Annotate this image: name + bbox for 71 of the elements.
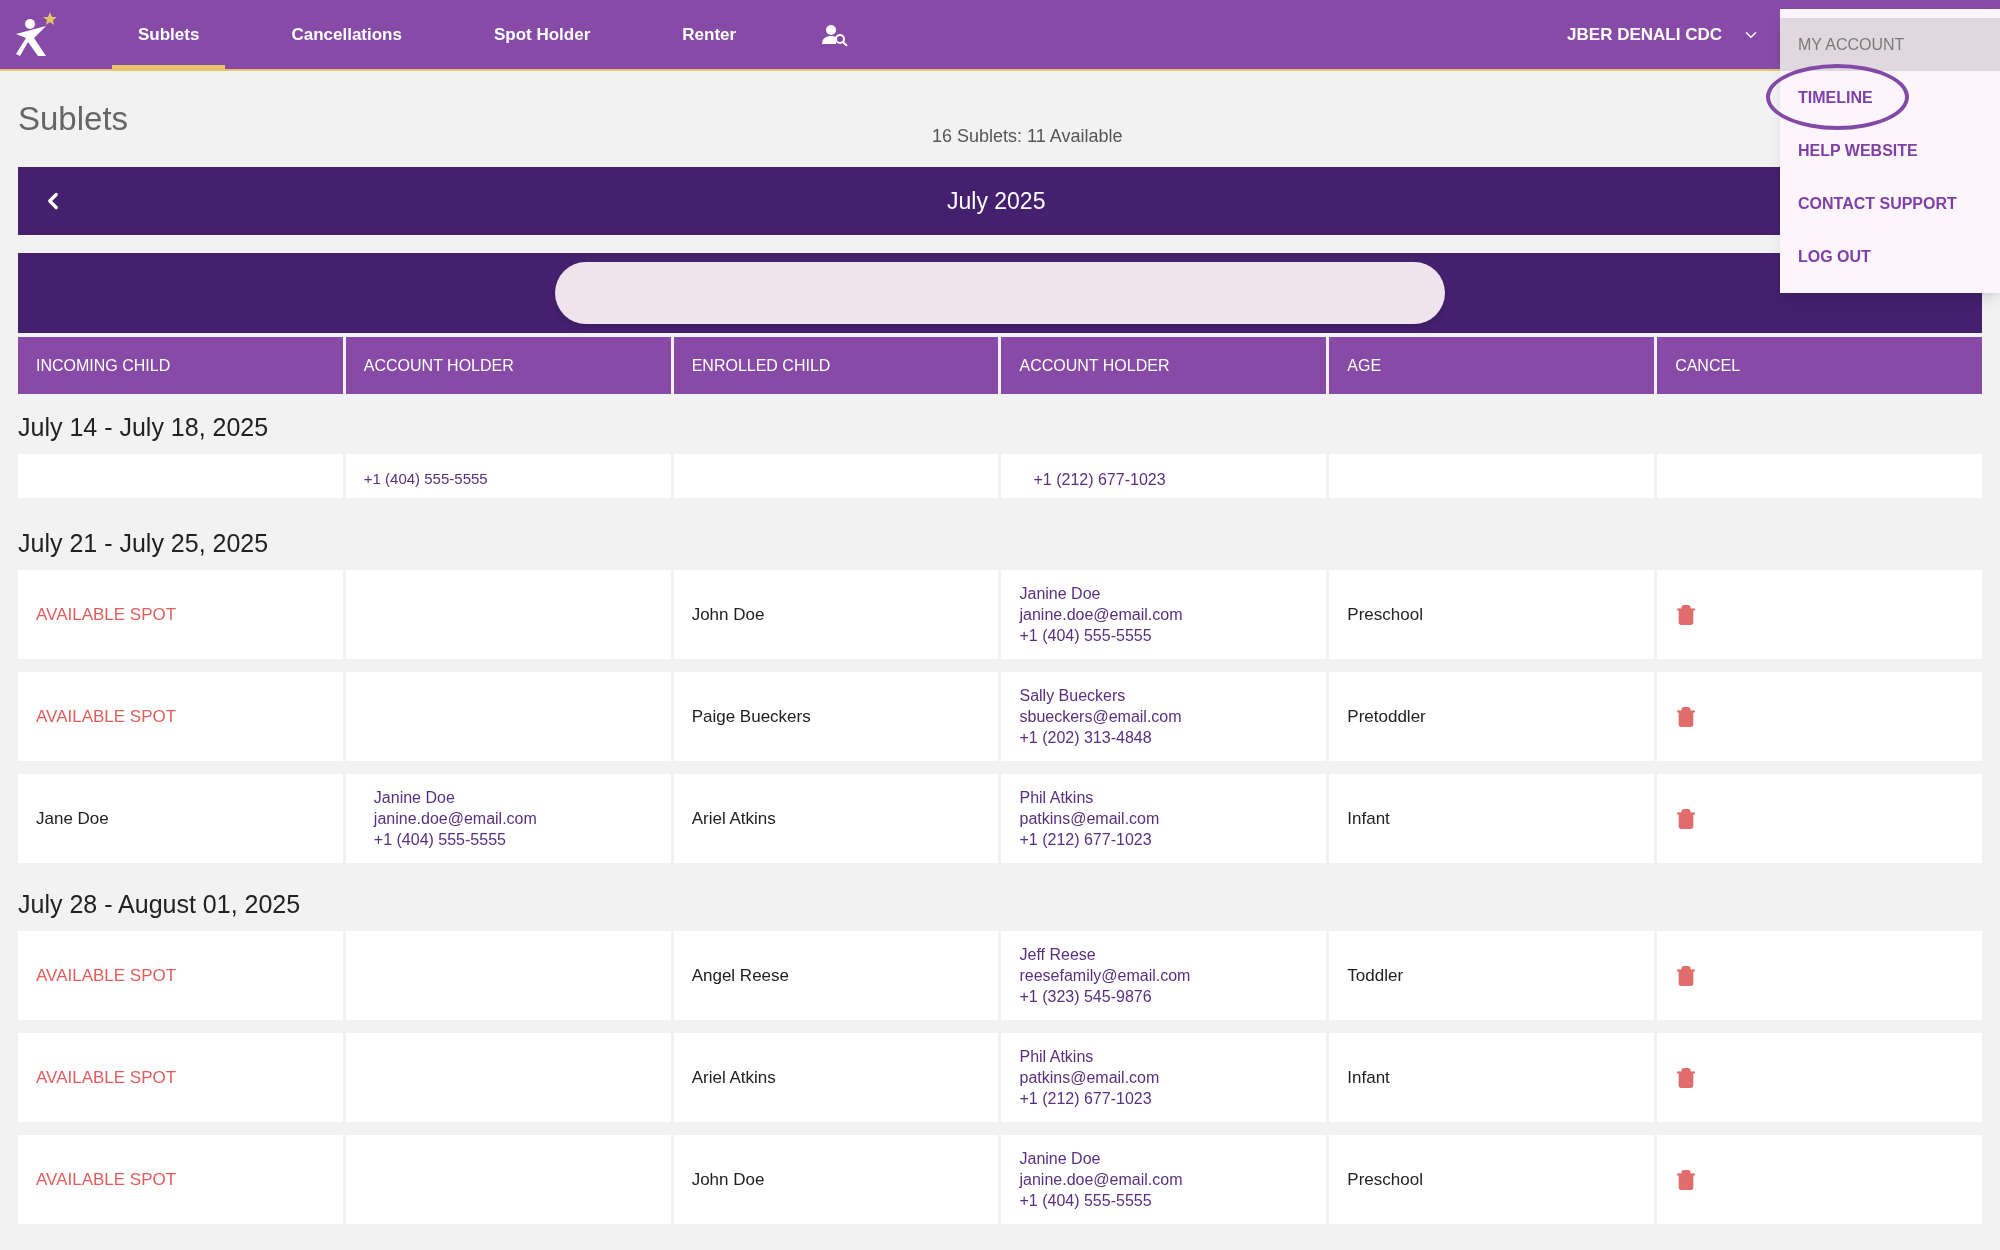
enrolled-child: John Doe bbox=[691, 1168, 765, 1191]
trash-icon[interactable] bbox=[1675, 964, 1698, 987]
account-name[interactable]: JBER DENALI CDC bbox=[1567, 21, 1722, 48]
contact-phone: +1 (212) 677-1023 bbox=[1032, 470, 1166, 490]
sublet-summary: 16 Sublets: 11 Available bbox=[932, 125, 1123, 148]
contact-name: Janine Doe bbox=[1019, 1149, 1102, 1169]
contact-name: Janine Doe bbox=[373, 788, 456, 808]
age-group: Preschool bbox=[1347, 601, 1423, 628]
contact-name: Janine Doe bbox=[1019, 584, 1102, 604]
week-heading: July 28 - August 01, 2025 bbox=[18, 888, 301, 920]
incoming-child: AVAILABLE SPOT bbox=[36, 705, 177, 728]
contact-phone: +1 (404) 555-5555 bbox=[363, 468, 488, 489]
column-header: ACCOUNT HOLDER bbox=[1001, 337, 1327, 394]
incoming-child: AVAILABLE SPOT bbox=[36, 964, 177, 987]
week-heading: July 21 - July 25, 2025 bbox=[18, 527, 269, 559]
enrolled-child: Ariel Atkins bbox=[691, 1066, 776, 1089]
column-header: AGE bbox=[1329, 337, 1655, 394]
age-group: Infant bbox=[1347, 1064, 1390, 1091]
enrolled-child: Angel Reese bbox=[691, 964, 789, 987]
age-group: Preschool bbox=[1347, 1166, 1423, 1193]
column-header: ENROLLED CHILD bbox=[673, 337, 999, 394]
age-group: Pretoddler bbox=[1347, 703, 1426, 730]
contact-phone: +1 (404) 555-5555 bbox=[373, 830, 507, 850]
enrolled-child: John Doe bbox=[691, 603, 765, 626]
trash-icon[interactable] bbox=[1675, 807, 1698, 830]
contact-email: sbueckers@email.com bbox=[1019, 707, 1182, 727]
menu-item[interactable]: LOG OUT bbox=[1798, 244, 1871, 269]
column-header: INCOMING CHILD bbox=[18, 337, 343, 394]
page-title: Sublets bbox=[18, 99, 129, 140]
menu-item[interactable]: TIMELINE bbox=[1798, 85, 1873, 110]
contact-phone: +1 (323) 545-9876 bbox=[1019, 987, 1153, 1007]
incoming-child: AVAILABLE SPOT bbox=[36, 1168, 177, 1191]
contact-phone: +1 (212) 677-1023 bbox=[1019, 830, 1153, 850]
contact-name: Jeff Reese bbox=[1019, 945, 1097, 965]
search-field[interactable] bbox=[555, 262, 1445, 324]
age-group: Toddler bbox=[1347, 962, 1404, 989]
nav-tab[interactable]: Sublets bbox=[112, 0, 226, 70]
contact-phone: +1 (212) 677-1023 bbox=[1019, 1089, 1153, 1109]
incoming-child: AVAILABLE SPOT bbox=[36, 603, 177, 626]
incoming-child: AVAILABLE SPOT bbox=[36, 1066, 177, 1089]
contact-email: reesefamily@email.com bbox=[1019, 966, 1191, 986]
month-label: July 2025 bbox=[947, 186, 1046, 216]
contact-email: patkins@email.com bbox=[1019, 1068, 1160, 1088]
column-header: ACCOUNT HOLDER bbox=[345, 337, 671, 394]
contact-email: patkins@email.com bbox=[1019, 809, 1160, 829]
contact-email: janine.doe@email.com bbox=[1019, 605, 1183, 625]
nav-tab[interactable]: Spot Holder bbox=[467, 0, 617, 70]
contact-name: Phil Atkins bbox=[1019, 788, 1095, 808]
menu-item[interactable]: HELP WEBSITE bbox=[1798, 138, 1918, 163]
contact-email: janine.doe@email.com bbox=[1019, 1170, 1183, 1190]
incoming-child: Jane Doe bbox=[36, 807, 109, 830]
menu-header: MY ACCOUNT bbox=[1780, 18, 2000, 71]
enrolled-child: Paige Bueckers bbox=[691, 705, 811, 728]
user-search-icon[interactable] bbox=[822, 23, 849, 46]
contact-email: janine.doe@email.com bbox=[373, 809, 537, 829]
nav-tab[interactable]: Cancellations bbox=[265, 0, 428, 70]
trash-icon[interactable] bbox=[1675, 603, 1698, 626]
contact-name: Phil Atkins bbox=[1019, 1047, 1095, 1067]
trash-icon[interactable] bbox=[1675, 705, 1698, 728]
contact-phone: +1 (404) 555-5555 bbox=[1019, 1191, 1153, 1211]
week-heading: July 14 - July 18, 2025 bbox=[18, 411, 269, 443]
trash-icon[interactable] bbox=[1675, 1066, 1698, 1089]
trash-icon[interactable] bbox=[1675, 1168, 1698, 1191]
nav-tab[interactable]: Renter bbox=[656, 0, 763, 70]
contact-phone: +1 (404) 555-5555 bbox=[1019, 626, 1153, 646]
menu-item[interactable]: CONTACT SUPPORT bbox=[1798, 191, 1957, 216]
age-group: Infant bbox=[1347, 805, 1390, 832]
enrolled-child: Ariel Atkins bbox=[691, 807, 776, 830]
column-header: CANCEL bbox=[1657, 337, 1982, 394]
contact-name: Sally Bueckers bbox=[1019, 686, 1127, 706]
contact-phone: +1 (202) 313-4848 bbox=[1019, 728, 1153, 748]
